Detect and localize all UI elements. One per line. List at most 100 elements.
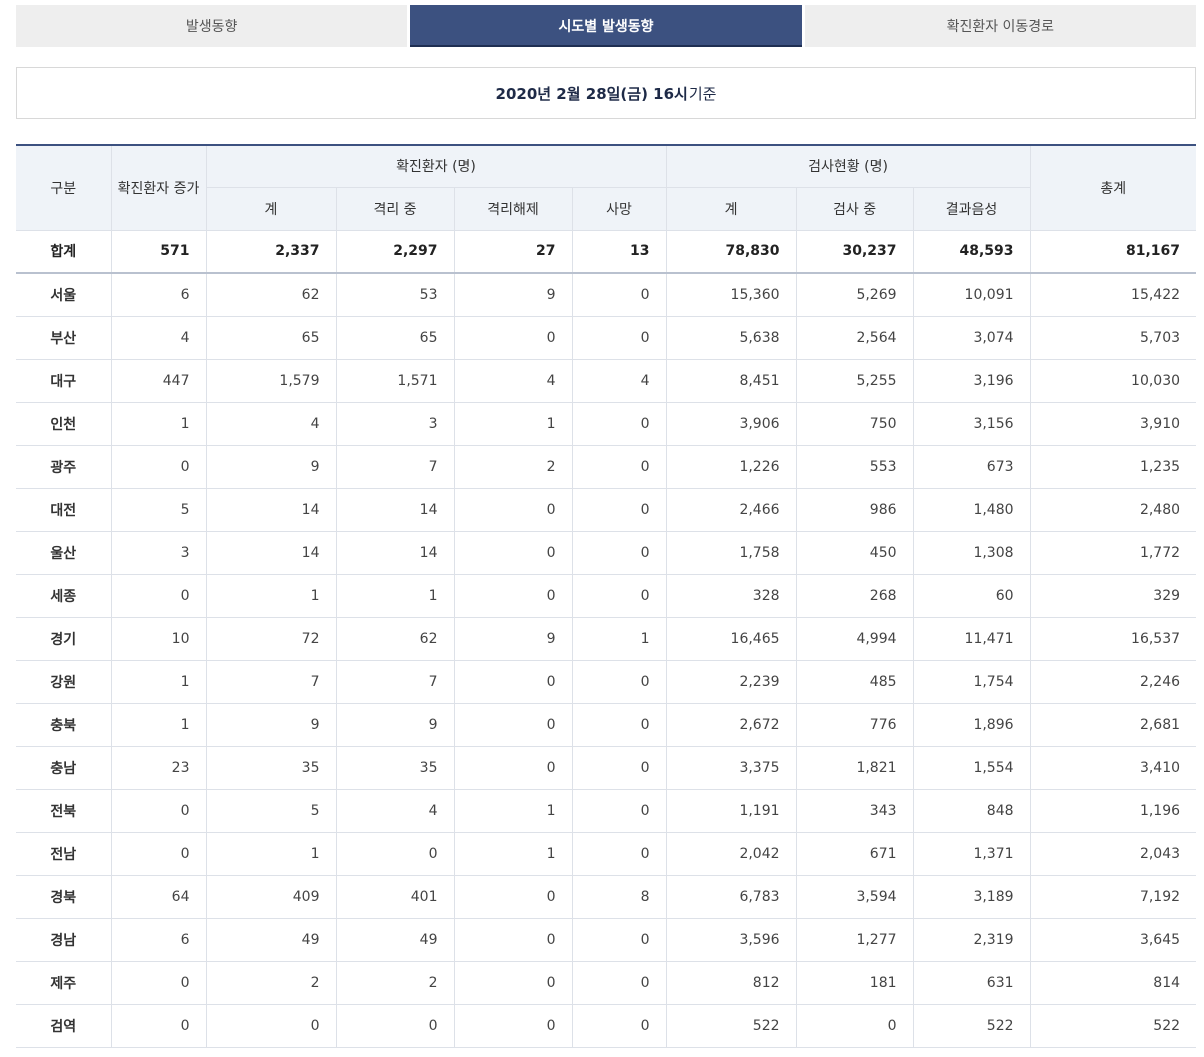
- cell-region: 제주: [16, 960, 112, 1005]
- table-row: 제주 0 2 2 0 0 812 181 631 814: [16, 960, 1197, 1005]
- cell-grand-total: 2,480: [1029, 487, 1197, 532]
- cell-grand-total: 814: [1029, 960, 1197, 1005]
- cell-test-total: 1,758: [665, 530, 797, 575]
- cell-region: 울산: [16, 530, 112, 575]
- cell-increase: 0: [110, 960, 207, 1005]
- cell-confirmed-total: 35: [205, 745, 337, 790]
- cell-testing: 0: [795, 1003, 914, 1048]
- cell-testing: 776: [795, 702, 914, 747]
- reference-date-box: 2020년 2월 28일(금) 16시 기준: [16, 67, 1196, 119]
- cell-testing: 485: [795, 659, 914, 704]
- cell-isolated: 401: [335, 874, 455, 919]
- tab-occurrence-trend[interactable]: 발생동향: [16, 5, 408, 47]
- cell-grand-total: 1,196: [1029, 788, 1197, 833]
- cell-grand-total: 7,192: [1029, 874, 1197, 919]
- cell-deaths: 4: [571, 358, 667, 403]
- cell-isolated: 35: [335, 745, 455, 790]
- cell-test-total: 3,596: [665, 917, 797, 962]
- cell-deaths: 0: [571, 659, 667, 704]
- cell-deaths: 1: [571, 616, 667, 661]
- cell-negative: 673: [912, 444, 1031, 489]
- cell-isolated: 7: [335, 444, 455, 489]
- table-row: 인천 1 4 3 1 0 3,906 750 3,156 3,910: [16, 401, 1197, 446]
- cell-region: 인천: [16, 401, 112, 446]
- cell-confirmed-total: 2: [205, 960, 337, 1005]
- cell-negative: 1,754: [912, 659, 1031, 704]
- header-grand-total: 총계: [1029, 144, 1197, 231]
- cell-testing: 4,994: [795, 616, 914, 661]
- cell-released: 1: [453, 788, 573, 833]
- cell-released: 0: [453, 745, 573, 790]
- cell-isolated: 4: [335, 788, 455, 833]
- cell-negative: 3,074: [912, 315, 1031, 360]
- cell-test-total: 2,042: [665, 831, 797, 876]
- tab-patient-route[interactable]: 확진환자 이동경로: [804, 5, 1196, 47]
- header-released: 격리해제: [453, 186, 573, 231]
- cell-increase: 5: [110, 487, 207, 532]
- cell-negative: 522: [912, 1003, 1031, 1048]
- cell-isolated: 62: [335, 616, 455, 661]
- cell-released: 4: [453, 358, 573, 403]
- table-row: 검역 0 0 0 0 0 522 0 522 522: [16, 1003, 1197, 1048]
- cell-released: 0: [453, 659, 573, 704]
- cell-deaths: 0: [571, 444, 667, 489]
- cell-confirmed-total: 14: [205, 487, 337, 532]
- cell-confirmed-total: 4: [205, 401, 337, 446]
- table-row: 부산 4 65 65 0 0 5,638 2,564 3,074 5,703: [16, 315, 1197, 360]
- cell-testing: 2,564: [795, 315, 914, 360]
- header-region: 구분: [16, 144, 112, 231]
- cell-region: 경북: [16, 874, 112, 919]
- cell-grand-total: 3,410: [1029, 745, 1197, 790]
- table-body: 합계 571 2,337 2,297 27 13 78,830 30,237 48,593 81,…: [16, 229, 1197, 1048]
- cell-deaths: 0: [571, 530, 667, 575]
- cell-testing: 268: [795, 573, 914, 618]
- cell-test-total: 8,451: [665, 358, 797, 403]
- cell-confirmed-total: 5: [205, 788, 337, 833]
- tab-regional-trend[interactable]: 시도별 발생동향: [410, 5, 802, 47]
- cell-region: 광주: [16, 444, 112, 489]
- cell-released: 1: [453, 401, 573, 446]
- cell-region: 충북: [16, 702, 112, 747]
- cell-isolated: 1: [335, 573, 455, 618]
- cell-released: 27: [453, 229, 573, 274]
- cell-test-total: 6,783: [665, 874, 797, 919]
- cell-grand-total: 522: [1029, 1003, 1197, 1048]
- header-confirmed-group: 확진환자 (명): [205, 144, 667, 188]
- cell-test-total: 2,672: [665, 702, 797, 747]
- cell-deaths: 0: [571, 573, 667, 618]
- cell-confirmed-total: 7: [205, 659, 337, 704]
- cell-test-total: 16,465: [665, 616, 797, 661]
- cell-isolated: 2: [335, 960, 455, 1005]
- cell-confirmed-total: 2,337: [205, 229, 337, 274]
- cell-grand-total: 1,772: [1029, 530, 1197, 575]
- cell-increase: 6: [110, 272, 207, 317]
- cell-deaths: 0: [571, 315, 667, 360]
- cell-grand-total: 10,030: [1029, 358, 1197, 403]
- cell-isolated: 53: [335, 272, 455, 317]
- cell-negative: 1,896: [912, 702, 1031, 747]
- cell-negative: 11,471: [912, 616, 1031, 661]
- cell-released: 0: [453, 315, 573, 360]
- cell-negative: 1,308: [912, 530, 1031, 575]
- header-test-group: 검사현황 (명): [665, 144, 1031, 188]
- cell-confirmed-total: 1: [205, 831, 337, 876]
- cell-isolated: 0: [335, 831, 455, 876]
- cell-test-total: 78,830: [665, 229, 797, 274]
- cell-region: 합계: [16, 229, 112, 274]
- cell-region: 전남: [16, 831, 112, 876]
- cell-increase: 6: [110, 917, 207, 962]
- cell-region: 전북: [16, 788, 112, 833]
- cell-confirmed-total: 0: [205, 1003, 337, 1048]
- header-test-total: 계: [665, 186, 797, 231]
- cell-isolated: 7: [335, 659, 455, 704]
- cell-test-total: 3,375: [665, 745, 797, 790]
- cell-negative: 2,319: [912, 917, 1031, 962]
- table-row: 서울 6 62 53 9 0 15,360 5,269 10,091 15,422: [16, 272, 1197, 317]
- tab-bar: 발생동향 시도별 발생동향 확진환자 이동경로: [16, 5, 1196, 47]
- cell-testing: 343: [795, 788, 914, 833]
- header-testing: 검사 중: [795, 186, 914, 231]
- cell-grand-total: 81,167: [1029, 229, 1197, 274]
- cell-test-total: 15,360: [665, 272, 797, 317]
- cell-confirmed-total: 9: [205, 702, 337, 747]
- cell-test-total: 2,239: [665, 659, 797, 704]
